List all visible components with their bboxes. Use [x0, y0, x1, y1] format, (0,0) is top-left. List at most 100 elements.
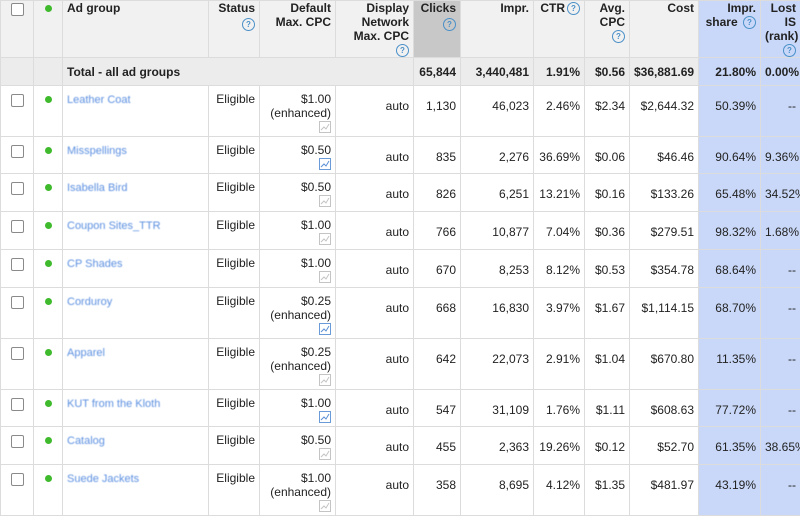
- row-checkbox[interactable]: [11, 347, 24, 360]
- avg-cpc-cell: $1.67: [585, 288, 630, 339]
- avg-cpc-cell: $1.35: [585, 465, 630, 516]
- row-checkbox[interactable]: [11, 398, 24, 411]
- ad-group-link[interactable]: Coupon Sites_TTR: [67, 220, 161, 232]
- bid-trend-icon[interactable]: [319, 411, 331, 423]
- row-checkbox[interactable]: [11, 145, 24, 158]
- bid-value[interactable]: $0.25: [264, 294, 331, 308]
- display-cpc-cell[interactable]: auto: [336, 465, 414, 516]
- status-dot-icon: [45, 260, 52, 267]
- select-all-cell[interactable]: [1, 1, 34, 58]
- row-checkbox[interactable]: [11, 296, 24, 309]
- impr-share-cell: 61.35%: [699, 427, 761, 465]
- display-cpc-cell[interactable]: auto: [336, 86, 414, 137]
- bid-trend-icon[interactable]: [319, 195, 331, 207]
- ad-group-link[interactable]: CP Shades: [67, 258, 122, 270]
- bid-trend-icon[interactable]: [319, 121, 331, 133]
- ad-group-link[interactable]: Isabella Bird: [67, 182, 128, 194]
- status-cell: Eligible: [209, 465, 260, 516]
- bid-trend-icon[interactable]: [319, 374, 331, 386]
- enhanced-label: (enhanced): [264, 485, 331, 499]
- bid-trend-icon[interactable]: [319, 323, 331, 335]
- column-header-lost-is-rank[interactable]: Lost IS (rank) ?: [761, 1, 800, 58]
- table-row: CatalogEligible$0.50auto4552,36319.26%$0…: [1, 427, 800, 465]
- ad-group-link[interactable]: Leather Coat: [67, 94, 131, 106]
- column-header-impr-share[interactable]: Impr. share ?: [699, 1, 761, 58]
- ad-group-link[interactable]: Apparel: [67, 347, 105, 359]
- help-icon[interactable]: ?: [567, 2, 580, 15]
- bid-trend-icon[interactable]: [319, 500, 331, 512]
- bid-value[interactable]: $0.50: [264, 143, 331, 157]
- bid-value[interactable]: $1.00: [264, 218, 331, 232]
- help-icon[interactable]: ?: [612, 30, 625, 43]
- display-cpc-cell[interactable]: auto: [336, 339, 414, 390]
- lost-is-cell: --: [761, 250, 800, 288]
- bid-value[interactable]: $0.25: [264, 345, 331, 359]
- column-header-display-network-max-cpc[interactable]: Display Network Max. CPC ?: [336, 1, 414, 58]
- ad-group-link[interactable]: Corduroy: [67, 296, 112, 308]
- column-header-cost[interactable]: Cost: [630, 1, 699, 58]
- column-header-ad-group[interactable]: Ad group: [63, 1, 209, 58]
- row-checkbox[interactable]: [11, 473, 24, 486]
- enhanced-label: (enhanced): [264, 359, 331, 373]
- impressions-cell: 46,023: [461, 86, 534, 137]
- help-icon[interactable]: ?: [743, 16, 756, 29]
- default-cpc-cell[interactable]: $0.50: [260, 427, 336, 465]
- column-header-avg-cpc[interactable]: Avg. CPC ?: [585, 1, 630, 58]
- row-checkbox[interactable]: [11, 258, 24, 271]
- row-checkbox[interactable]: [11, 220, 24, 233]
- default-cpc-cell[interactable]: $1.00(enhanced): [260, 86, 336, 137]
- bid-value[interactable]: $0.50: [264, 433, 331, 447]
- status-dot-icon: [45, 298, 52, 305]
- table-row: CorduroyEligible$0.25(enhanced)auto66816…: [1, 288, 800, 339]
- display-cpc-cell[interactable]: auto: [336, 137, 414, 174]
- default-cpc-cell[interactable]: $1.00: [260, 212, 336, 250]
- display-cpc-cell[interactable]: auto: [336, 212, 414, 250]
- bid-value[interactable]: $0.50: [264, 180, 331, 194]
- status-cell: Eligible: [209, 339, 260, 390]
- bid-value[interactable]: $1.00: [264, 396, 331, 410]
- display-cpc-cell[interactable]: auto: [336, 250, 414, 288]
- column-header-clicks[interactable]: Clicks?: [414, 1, 461, 58]
- display-cpc-cell[interactable]: auto: [336, 174, 414, 212]
- ad-group-link[interactable]: Suede Jackets: [67, 473, 139, 485]
- column-header-ctr[interactable]: CTR?: [534, 1, 585, 58]
- select-all-checkbox[interactable]: [11, 3, 24, 16]
- status-dot-icon: [45, 400, 52, 407]
- default-cpc-cell[interactable]: $1.00: [260, 390, 336, 427]
- status-cell: Eligible: [209, 137, 260, 174]
- display-cpc-cell[interactable]: auto: [336, 288, 414, 339]
- help-icon[interactable]: ?: [443, 18, 456, 31]
- bid-trend-icon[interactable]: [319, 271, 331, 283]
- ctr-cell: 36.69%: [534, 137, 585, 174]
- bid-value[interactable]: $1.00: [264, 471, 331, 485]
- row-checkbox[interactable]: [11, 182, 24, 195]
- column-header-default-max-cpc[interactable]: Default Max. CPC: [260, 1, 336, 58]
- ad-group-link[interactable]: Catalog: [67, 435, 105, 447]
- ad-group-link[interactable]: Misspellings: [67, 145, 127, 157]
- ctr-cell: 13.21%: [534, 174, 585, 212]
- default-cpc-cell[interactable]: $1.00: [260, 250, 336, 288]
- bid-trend-icon[interactable]: [319, 158, 331, 170]
- default-cpc-cell[interactable]: $1.00(enhanced): [260, 465, 336, 516]
- display-cpc-cell[interactable]: auto: [336, 390, 414, 427]
- row-checkbox[interactable]: [11, 94, 24, 107]
- default-cpc-cell[interactable]: $0.50: [260, 174, 336, 212]
- help-icon[interactable]: ?: [783, 44, 796, 57]
- ctr-cell: 4.12%: [534, 465, 585, 516]
- display-cpc-cell[interactable]: auto: [336, 427, 414, 465]
- ad-group-link[interactable]: KUT from the Kloth: [67, 398, 160, 410]
- bid-value[interactable]: $1.00: [264, 256, 331, 270]
- bid-trend-icon[interactable]: [319, 448, 331, 460]
- impr-share-cell: 11.35%: [699, 339, 761, 390]
- help-icon[interactable]: ?: [396, 44, 409, 57]
- default-cpc-cell[interactable]: $0.25(enhanced): [260, 339, 336, 390]
- default-cpc-cell[interactable]: $0.25(enhanced): [260, 288, 336, 339]
- table-row: Suede JacketsEligible$1.00(enhanced)auto…: [1, 465, 800, 516]
- default-cpc-cell[interactable]: $0.50: [260, 137, 336, 174]
- bid-value[interactable]: $1.00: [264, 92, 331, 106]
- row-checkbox[interactable]: [11, 435, 24, 448]
- column-header-impressions[interactable]: Impr.: [461, 1, 534, 58]
- bid-trend-icon[interactable]: [319, 233, 331, 245]
- column-header-status[interactable]: Status?: [209, 1, 260, 58]
- help-icon[interactable]: ?: [242, 18, 255, 31]
